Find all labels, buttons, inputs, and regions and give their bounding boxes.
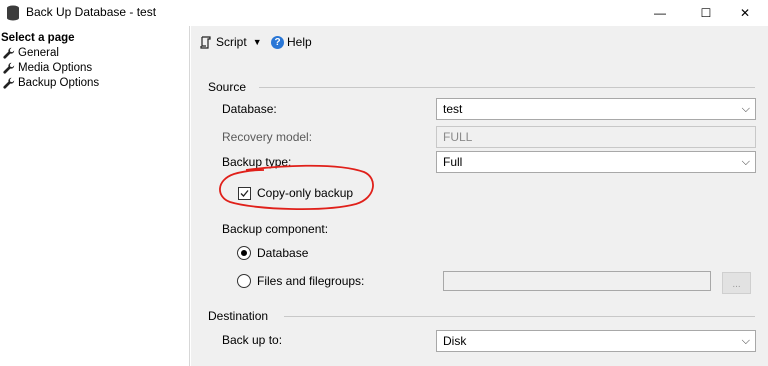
back-up-to-value: Disk [443,334,467,348]
window-title: Back Up Database - test [26,5,157,19]
database-label: Database: [222,102,277,116]
radio-button[interactable] [237,274,251,288]
script-icon [200,35,211,49]
destination-group-divider [284,316,755,317]
help-label: Help [287,35,312,49]
chevron-down-icon: ⌵ [741,103,750,115]
database-icon [7,5,19,21]
filegroups-field[interactable] [443,271,711,291]
script-button[interactable]: Script ▼ [199,35,262,49]
minimize-icon: — [654,6,666,20]
dropdown-caret-icon[interactable]: ▼ [253,37,262,47]
backup-type-combo[interactable]: Full ⌵ [436,151,756,173]
copy-only-backup-checkbox[interactable]: Copy-only backup [238,186,353,200]
nav-item-label: General [18,47,59,59]
component-database-radio[interactable]: Database [237,246,308,260]
backup-component-label: Backup component: [222,222,329,236]
recovery-model-value: FULL [443,130,473,144]
copy-only-label: Copy-only backup [257,186,354,200]
chevron-down-icon: ⌵ [741,156,750,168]
radio-label: Database [257,246,309,260]
browse-label: ... [732,279,741,290]
close-button[interactable]: ✕ [722,0,768,26]
recovery-model-field: FULL [436,126,756,148]
nav-item-media-options[interactable]: Media Options [3,62,92,74]
source-group-divider [259,87,755,88]
destination-group-title: Destination [208,309,269,323]
minimize-button[interactable]: — [637,0,683,26]
back-up-to-label: Back up to: [222,333,283,347]
database-combo[interactable]: test ⌵ [436,98,756,120]
wrench-icon [3,77,15,89]
toolbar: Script ▼ ? Help [191,26,768,58]
help-icon: ? [271,35,284,49]
maximize-icon: ☐ [700,6,712,20]
checkbox[interactable] [238,186,251,200]
script-label: Script [216,35,247,49]
select-page-header: Select a page [1,32,75,44]
close-icon: ✕ [739,6,751,20]
backup-type-value: Full [443,155,463,169]
main-panel: Script ▼ ? Help Source Database: test ⌵ … [191,26,768,366]
nav-item-backup-options[interactable]: Backup Options [3,77,99,89]
nav-item-label: Media Options [18,62,93,74]
radio-label: Files and filegroups: [257,274,365,288]
help-button[interactable]: ? Help [271,35,312,49]
source-group-title: Source [208,80,247,94]
nav-item-general[interactable]: General [3,47,59,59]
title-bar: Back Up Database - test — ☐ ✕ [0,0,768,26]
wrench-icon [3,47,15,59]
back-up-to-combo[interactable]: Disk ⌵ [436,330,756,352]
nav-item-label: Backup Options [18,77,100,89]
radio-button[interactable] [237,246,251,260]
component-files-radio[interactable]: Files and filegroups: [237,274,364,288]
page-selector-panel: Select a page General Media Options Back… [0,26,190,366]
database-value: test [443,102,463,116]
recovery-model-label: Recovery model: [222,130,313,144]
wrench-icon [3,62,15,74]
browse-button[interactable]: ... [722,272,751,294]
chevron-down-icon: ⌵ [741,335,750,347]
check-icon [240,189,249,197]
